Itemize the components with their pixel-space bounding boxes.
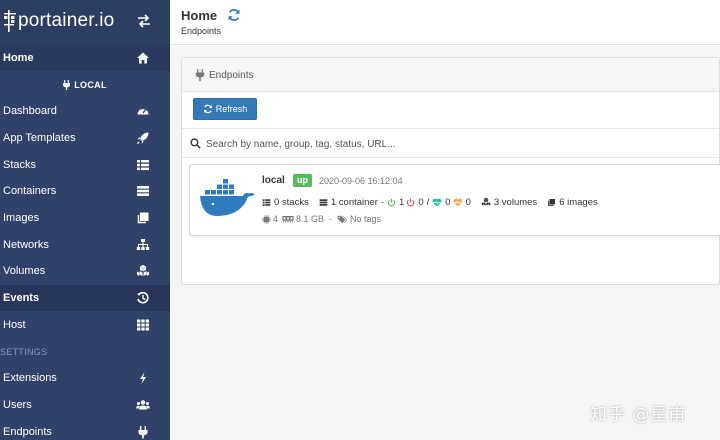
portainer-logo[interactable]: portainer.io xyxy=(3,8,114,34)
endpoint-resources: 4 8.1 GB - No tags xyxy=(262,213,381,225)
watermark: 知乎 @星甫 xyxy=(590,405,687,425)
portainer-crane-icon xyxy=(4,10,16,32)
sidebar-item-stacks[interactable]: Stacks xyxy=(0,152,170,178)
rocket-icon xyxy=(137,132,149,144)
environment-indicator: LOCAL xyxy=(0,74,170,96)
stopped-count: 0 xyxy=(418,196,424,208)
endpoint-timestamp: 2020-09-06 16:12:04 xyxy=(319,176,403,186)
sidebar-item-label: Networks xyxy=(3,239,49,251)
heartbeat-healthy-icon xyxy=(432,198,442,207)
sidebar-item-containers[interactable]: Containers xyxy=(0,178,170,204)
page-header: Home Endpoints xyxy=(170,0,720,45)
endpoint-name: local xyxy=(262,175,285,186)
sidebar-item-host[interactable]: Host xyxy=(0,312,170,338)
sitemap-icon xyxy=(136,239,150,250)
memory-size: 8.1 GB xyxy=(296,214,325,224)
sidebar-item-images[interactable]: Images xyxy=(0,205,170,231)
clone-icon xyxy=(548,198,556,206)
settings-section-heading: SETTINGS xyxy=(0,347,48,357)
search-icon xyxy=(190,138,201,149)
sidebar-item-label: Host xyxy=(3,319,26,331)
th-list-icon xyxy=(137,160,149,171)
endpoint-item-local[interactable]: local up 2020-09-06 16:12:04 0 stacks 1 … xyxy=(189,164,720,236)
cubes-icon xyxy=(481,197,491,206)
sidebar-item-label: Home xyxy=(3,52,34,64)
endpoints-widget: Endpoints Refresh Search by name, group,… xyxy=(181,57,720,285)
refresh-icon xyxy=(203,104,212,114)
sidebar-item-volumes[interactable]: Volumes xyxy=(0,258,170,284)
clone-icon xyxy=(137,212,149,224)
sidebar-item-label: Extensions xyxy=(3,372,57,384)
brand-bar: portainer.io xyxy=(0,0,170,45)
refresh-icon[interactable] xyxy=(227,8,241,22)
docker-whale-icon xyxy=(200,179,255,216)
containers-count: 1 container xyxy=(330,196,378,208)
portainer-app: portainer.io Home LOCAL Dashboard App Te… xyxy=(0,0,720,440)
sidebar-item-endpoints[interactable]: Endpoints xyxy=(0,419,170,440)
sidebar-item-label: Users xyxy=(3,399,32,411)
server-icon xyxy=(137,186,149,196)
sidebar-item-app-templates[interactable]: App Templates xyxy=(0,125,170,151)
sidebar-item-label: Stacks xyxy=(3,159,37,171)
widget-header: Endpoints xyxy=(182,58,719,92)
plug-icon xyxy=(195,69,205,81)
widget-title: Endpoints xyxy=(209,70,254,81)
sidebar-item-users[interactable]: Users xyxy=(0,392,170,418)
power-running-icon xyxy=(387,198,396,206)
endpoint-stats: 0 stacks 1 container - 1 0 / 0 0 3 volum… xyxy=(262,195,598,209)
bolt-icon xyxy=(140,372,146,384)
plug-icon xyxy=(63,80,71,90)
th-list-icon xyxy=(262,198,271,206)
count-separator: / xyxy=(426,196,430,208)
images-count: 6 images xyxy=(559,196,598,208)
sidebar-item-home[interactable]: Home xyxy=(0,45,170,71)
sidebar-item-label: Events xyxy=(3,292,40,304)
memory-icon xyxy=(282,216,294,223)
sidebar-item-label: Images xyxy=(3,212,40,224)
tags-label: No tags xyxy=(350,214,382,224)
cubes-icon xyxy=(137,265,149,276)
unhealthy-count: 0 xyxy=(465,196,471,208)
volumes-count: 3 volumes xyxy=(493,196,538,208)
sidebar-item-label: Endpoints xyxy=(3,426,52,438)
sidebar-toggle-icon[interactable] xyxy=(136,13,152,29)
refresh-button[interactable]: Refresh xyxy=(193,98,257,120)
sidebar-item-label: Containers xyxy=(3,185,57,197)
heartbeat-unhealthy-icon xyxy=(453,198,462,207)
dashboard-gauge-icon xyxy=(137,108,149,115)
sidebar-item-extensions[interactable]: Extensions xyxy=(0,365,170,391)
users-icon xyxy=(136,400,150,410)
th-icon xyxy=(137,319,149,331)
sidebar-item-label: Volumes xyxy=(3,265,46,277)
cpu-icon xyxy=(262,214,271,224)
power-stopped-icon xyxy=(407,198,415,206)
server-icon xyxy=(319,198,328,206)
environment-name: LOCAL xyxy=(74,80,107,90)
sidebar-item-networks[interactable]: Networks xyxy=(0,232,170,258)
sidebar-item-events[interactable]: Events xyxy=(0,285,170,311)
sidebar-item-label: App Templates xyxy=(3,132,76,144)
sidebar: portainer.io Home LOCAL Dashboard App Te… xyxy=(0,0,170,440)
search-bar xyxy=(182,128,719,158)
search-input[interactable] xyxy=(204,134,704,154)
stacks-count: 0 stacks xyxy=(274,196,309,208)
healthy-count: 0 xyxy=(445,196,451,208)
page-title: Home xyxy=(181,8,218,23)
refresh-button-label: Refresh xyxy=(215,104,248,114)
home-icon xyxy=(137,52,149,64)
sidebar-item-dashboard[interactable]: Dashboard xyxy=(0,98,170,124)
cpu-count: 4 xyxy=(273,214,279,224)
history-icon xyxy=(137,291,149,304)
plug-icon xyxy=(138,426,148,439)
running-count: 1 xyxy=(399,196,405,208)
tags-icon xyxy=(337,215,348,223)
brand-name: portainer.io xyxy=(18,10,115,31)
breadcrumb: Endpoints xyxy=(181,26,222,36)
sidebar-item-label: Dashboard xyxy=(3,105,57,117)
main-content: Home Endpoints Endpoints Refresh Search … xyxy=(170,0,720,440)
status-badge: up xyxy=(293,174,312,187)
